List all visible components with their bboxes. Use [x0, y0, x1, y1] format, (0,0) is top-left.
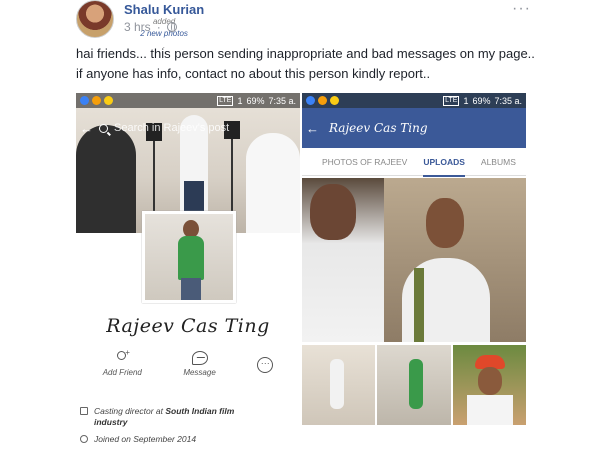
battery-level: 69% — [246, 95, 265, 106]
profile-screenshot: LTE 1 69% 7:35 a. ← Search in Rajeev's p… — [76, 93, 300, 450]
photo-thumbnail[interactable] — [452, 345, 526, 425]
tab-uploads[interactable]: UPLOADS — [423, 157, 465, 177]
work-info-link[interactable]: South Indian film — [165, 406, 234, 416]
battery-level: 69% — [472, 95, 491, 106]
message-label: Message — [183, 368, 216, 377]
notification-icon — [318, 96, 327, 105]
back-arrow-icon[interactable]: ← — [306, 121, 319, 136]
search-icon[interactable] — [99, 123, 108, 133]
page-title: Rajeev Cas Ting — [329, 121, 428, 135]
clock-time: 7:35 a. — [268, 95, 296, 106]
meta-separator: · — [156, 20, 161, 34]
app-notification-icon — [80, 96, 89, 105]
add-friend-label: Add Friend — [102, 368, 142, 377]
back-arrow-icon[interactable]: ← — [80, 121, 93, 136]
add-friend-icon — [115, 348, 130, 365]
profile-name: Rajeev Cas Ting — [106, 315, 270, 337]
uploads-screenshot: LTE 1 69% 7:35 a. ← Rajeev Cas Ting PHOT… — [302, 93, 526, 450]
notification-icon — [330, 96, 339, 105]
post-meta: 3 hrs · — [124, 20, 177, 34]
joined-info-text: Joined on September 2014 — [94, 434, 197, 444]
author-avatar[interactable] — [76, 0, 114, 38]
lte-indicator: LTE — [443, 95, 460, 106]
photo-tabs: PHOTOS OF RAJEEV UPLOADS ALBUMS — [302, 148, 526, 177]
tab-photos-of[interactable]: PHOTOS OF RAJEEV — [322, 157, 407, 167]
photo-thumbnails — [302, 345, 526, 425]
signal-indicator: 1 — [237, 95, 243, 106]
status-bar: LTE 1 69% 7:35 a. — [302, 93, 526, 108]
search-placeholder[interactable]: Search in Rajeev's post — [114, 122, 229, 134]
post-text: hai friends... this person sending inapp… — [76, 46, 535, 81]
more-circle-icon: ··· — [257, 357, 274, 373]
clock-time: 7:35 a. — [494, 95, 522, 106]
work-info-prefix: Casting director at — [94, 406, 166, 416]
post-options-icon[interactable]: ··· — [512, 0, 531, 18]
more-options-button[interactable]: ··· — [257, 351, 274, 373]
lte-indicator: LTE — [217, 95, 234, 106]
notification-icon — [92, 96, 101, 105]
app-top-bar: ← Rajeev Cas Ting — [302, 108, 526, 148]
work-info-row: Casting director at South Indian film in… — [76, 406, 300, 428]
clock-icon — [80, 435, 88, 443]
photo-thumbnail[interactable] — [302, 345, 376, 425]
app-notification-icon — [306, 96, 315, 105]
message-button[interactable]: Message — [183, 351, 216, 377]
notification-icon — [104, 96, 113, 105]
post-time[interactable]: 3 hrs — [124, 20, 151, 34]
uploaded-photo-main[interactable] — [302, 178, 526, 342]
photo-thumbnail[interactable] — [377, 345, 451, 425]
messenger-icon — [191, 351, 208, 365]
profile-picture[interactable] — [142, 211, 236, 303]
globe-icon[interactable] — [166, 22, 177, 32]
add-friend-button[interactable]: Add Friend — [102, 348, 142, 377]
joined-info-row: Joined on September 2014 — [76, 434, 300, 445]
status-bar: LTE 1 69% 7:35 a. — [76, 93, 300, 108]
tab-albums[interactable]: ALBUMS — [481, 157, 516, 167]
author-name-link[interactable]: Shalu Kurian — [124, 2, 204, 17]
signal-indicator: 1 — [463, 95, 469, 106]
profile-actions: Add Friend Message ··· — [76, 348, 300, 391]
briefcase-icon — [80, 407, 88, 415]
work-info-suffix[interactable]: industry — [94, 417, 128, 427]
profile-search-bar[interactable]: ← Search in Rajeev's post — [76, 119, 300, 137]
